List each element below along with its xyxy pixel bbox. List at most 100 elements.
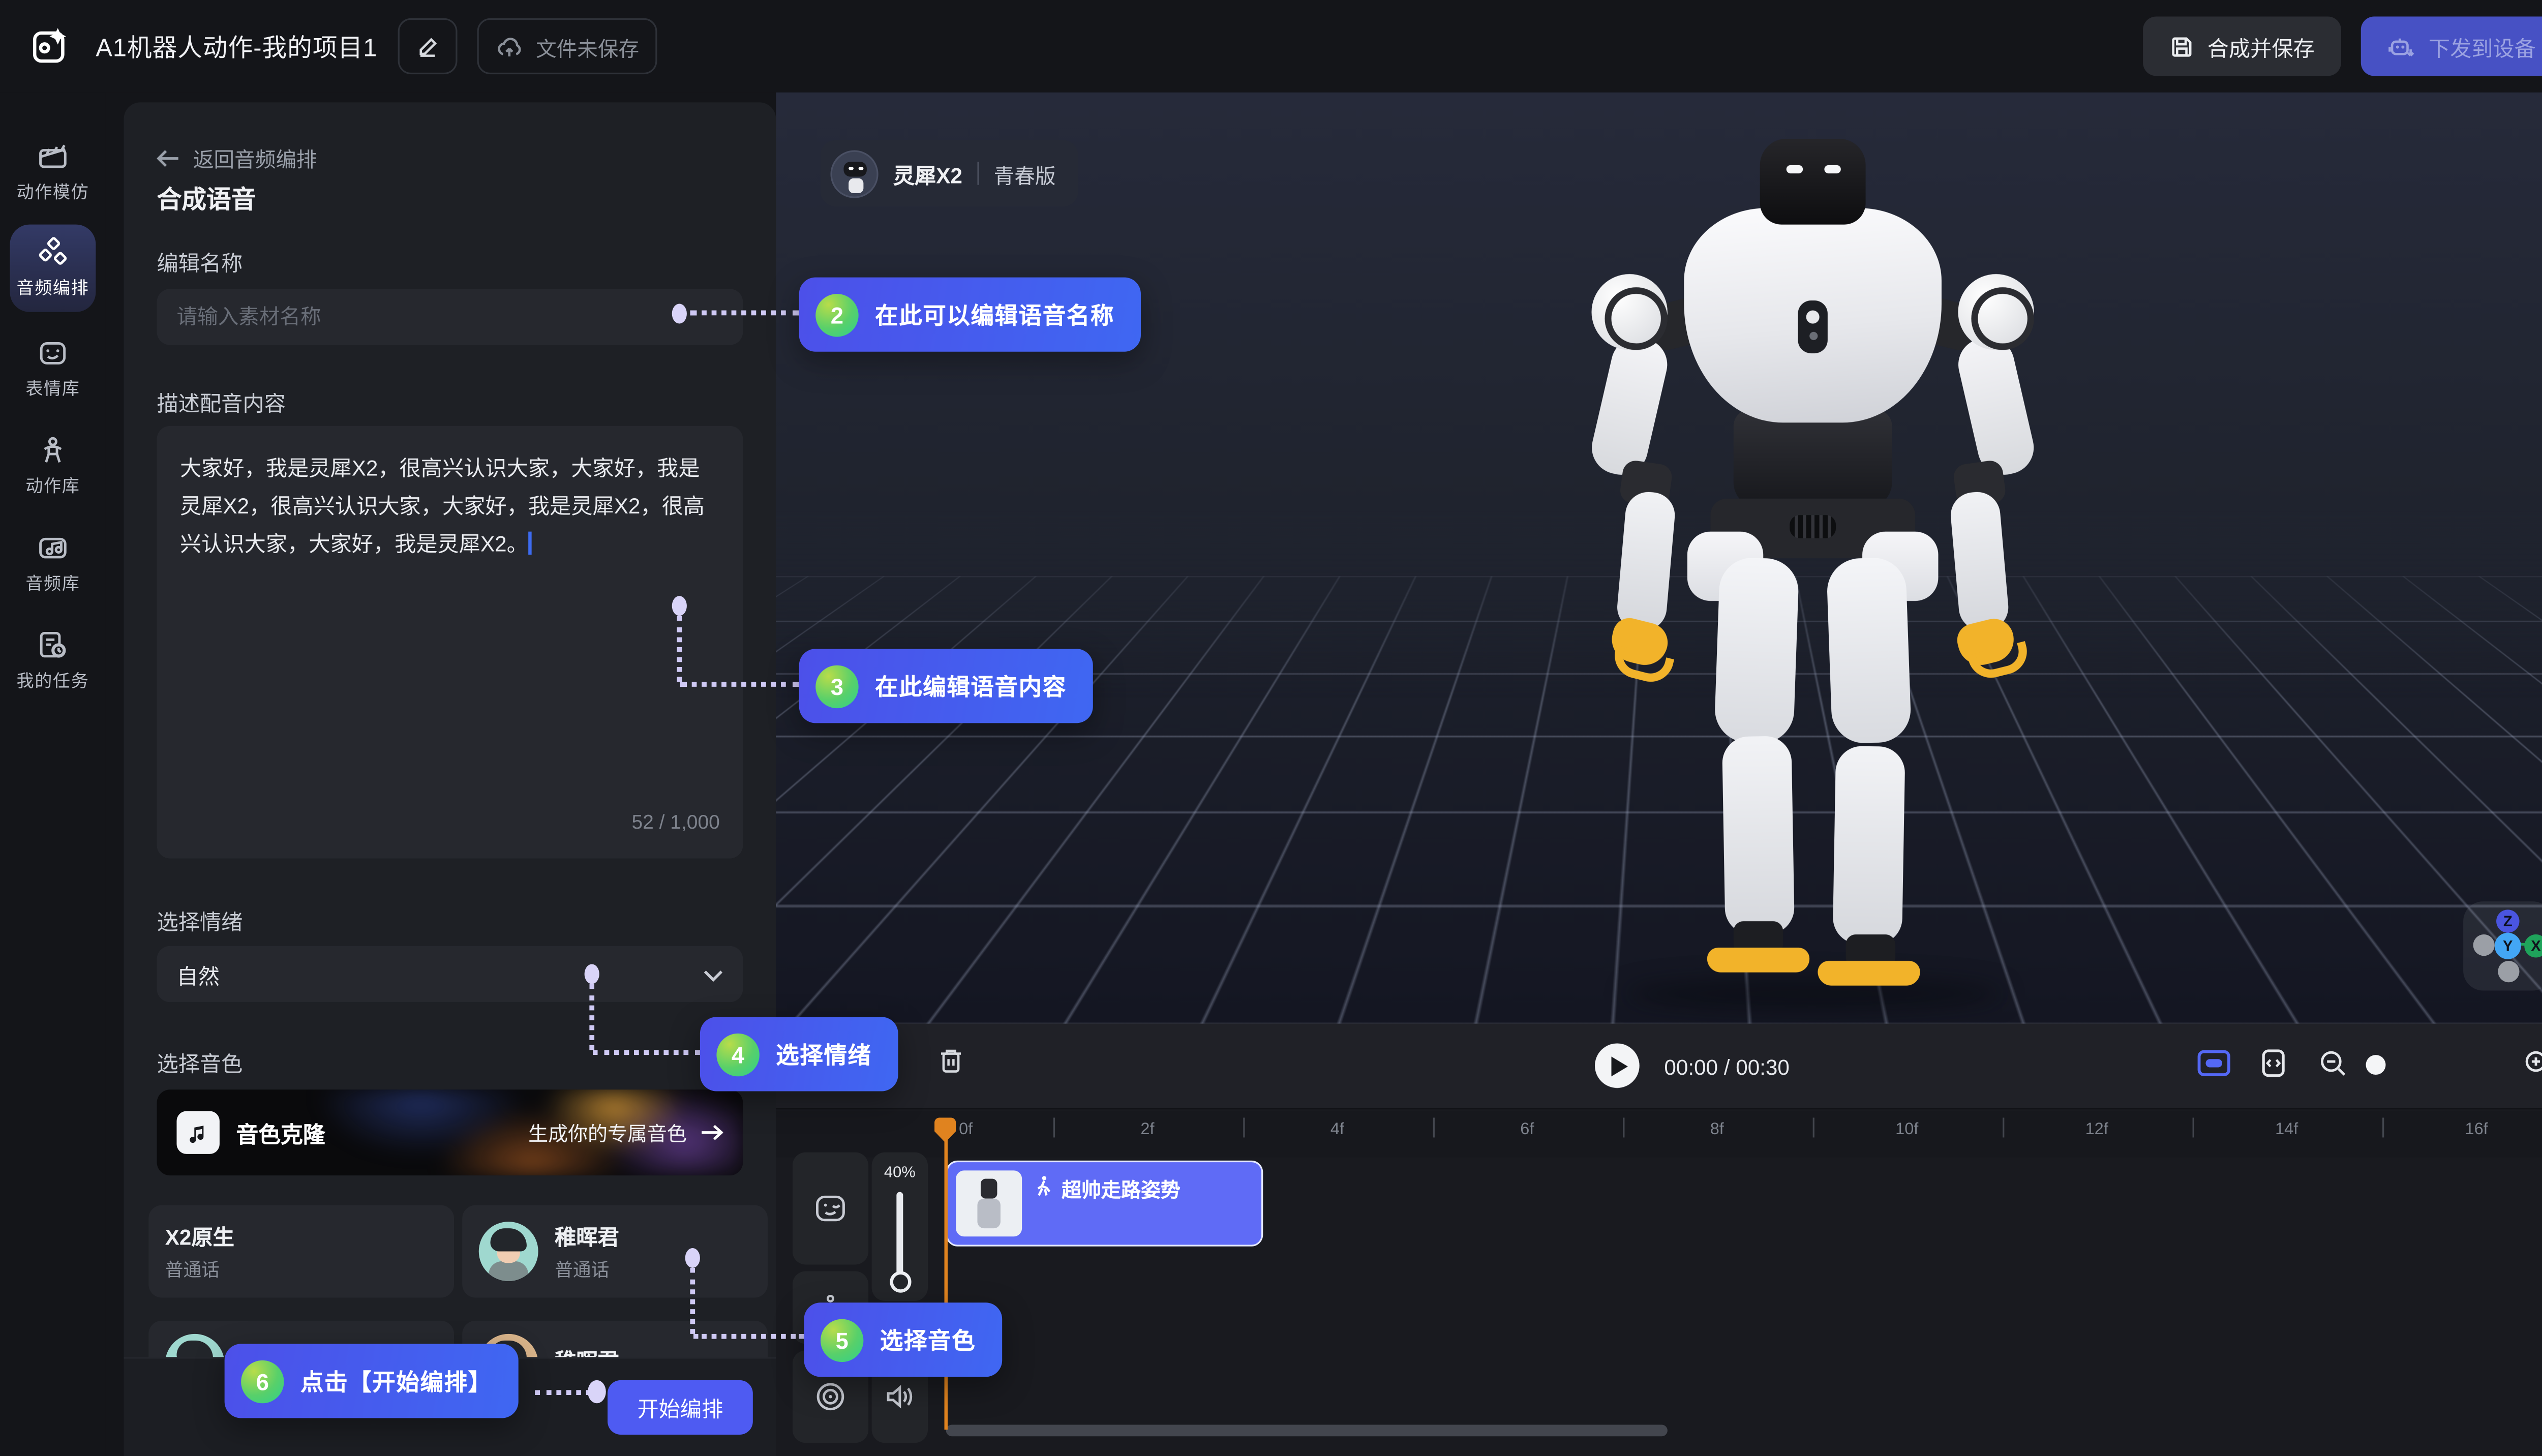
sidebar-item-label: 动作模仿 [16,180,89,205]
connector-line [680,682,799,687]
sidebar-item-audio-library[interactable]: 音频库 [10,520,96,608]
robot-model-edition: 青春版 [994,158,1056,189]
deploy-label: 下发到设备 [2429,31,2536,62]
robot-avatar [830,149,878,197]
step-number-badge: 6 [241,1359,284,1402]
axis-z-handle[interactable]: Z [2496,909,2519,932]
step-number-badge: 3 [815,664,858,707]
emotion-select[interactable]: 自然 [157,946,743,1002]
axis-orientation-gizmo[interactable]: Z Y X [2463,901,2542,990]
timeline-horizontal-scrollbar[interactable] [946,1425,1668,1437]
clip-bounds-icon [2258,1048,2288,1078]
text-caret [528,532,531,555]
sidebar-item-motion-library[interactable]: 动作库 [10,422,96,510]
connector-dot [585,964,599,984]
voice-card-x2[interactable]: X2原生 普通话 [148,1205,454,1298]
axis-y-handle[interactable]: Y [2495,933,2521,959]
back-to-audio-arrange-link[interactable]: 返回音频编排 [157,142,317,173]
material-name-input[interactable] [157,289,743,345]
voice-lang: 普通话 [165,1256,234,1283]
audio-arrange-icon [36,236,69,269]
robot-model-badge: 灵犀X2 青春版 [821,140,1079,206]
tooltip-step-3: 3 在此编辑语音内容 [799,649,1093,723]
sidebar-item-label: 表情库 [25,376,80,401]
zoom-in-icon [2523,1048,2542,1078]
left-nav-sidebar: 动作模仿 音频编排 表情库 动作库 音频库 我的任务 [0,93,106,1456]
sidebar-item-motion-mimic[interactable]: 动作模仿 [10,129,96,216]
connector-dot [672,304,687,324]
tooltip-text: 在此可以编辑语音名称 [875,298,1114,331]
badge-divider [977,162,979,185]
expression-face-icon [36,337,69,370]
clapperboard-icon [36,140,69,173]
connector-line [690,1268,695,1334]
clip-name-label: 超帅走路姿势 [1062,1175,1181,1203]
timeline-control-bar: 00:00 / 00:30 [776,1023,2542,1109]
ruler-tick-label: 2f [1140,1121,1154,1139]
tooltip-step-6: 6 点击【开始编排】 [225,1344,519,1418]
play-button[interactable] [1595,1043,1640,1088]
walking-person-icon [1034,1175,1053,1197]
tooltip-text: 点击【开始编排】 [300,1364,492,1398]
back-label: 返回音频编排 [193,142,317,173]
voice-lang: 普通话 [555,1256,619,1283]
trash-icon [938,1047,964,1075]
clone-title: 音色克隆 [236,1116,325,1149]
fit-clip-icon [2196,1048,2232,1078]
axis-neg-x-handle[interactable] [2473,934,2495,956]
connector-line [690,311,799,316]
content-label: 描述配音内容 [157,386,286,418]
robot-model-name: 灵犀X2 [893,158,962,189]
timeline-ruler[interactable]: 0f 2f 4f 6f 8f 10f 12f 14f 16f [776,1111,2542,1158]
rename-button[interactable] [397,18,457,74]
file-status-button[interactable]: 文件未保存 [476,18,657,74]
sidebar-item-my-tasks[interactable]: 我的任务 [10,618,96,705]
clip-thumbnail [956,1170,1022,1236]
clip-bounds-button[interactable] [2258,1048,2288,1078]
speech-content-textarea[interactable]: 大家好，我是灵犀X2，很高兴认识大家，大家好，我是灵犀X2，很高兴认识大家，大家… [157,426,743,859]
connector-line [593,1050,700,1055]
tooltip-step-5: 5 选择音色 [804,1302,1002,1377]
connector-dot [588,1380,606,1403]
file-status-label: 文件未保存 [536,31,639,62]
zoom-in-button[interactable] [2523,1048,2542,1078]
volume-slider-panel[interactable]: 40% [872,1152,928,1301]
volume-slider-track[interactable] [896,1192,903,1278]
my-tasks-icon [36,629,69,662]
delete-clip-button[interactable] [938,1047,964,1075]
ruler-tick-label: 4f [1330,1121,1344,1139]
timeline-clip-walk-pose[interactable]: 超帅走路姿势 [946,1161,1263,1247]
name-label: 编辑名称 [157,246,243,278]
axis-neg-z-handle[interactable] [2498,961,2519,982]
robot-download-icon [2387,34,2415,59]
start-arrange-button[interactable]: 开始编排 [608,1380,753,1435]
synthesize-save-button[interactable]: 合成并保存 [2143,16,2341,76]
voice-label: 选择音色 [157,1047,243,1078]
step-number-badge: 4 [716,1033,759,1075]
music-note-icon [176,1111,219,1154]
ruler-tick-label: 6f [1520,1121,1534,1139]
fit-timeline-button[interactable] [2196,1048,2232,1078]
humanoid-robot-model[interactable] [1565,139,2061,964]
sidebar-item-audio-arrange[interactable]: 音频编排 [10,225,96,312]
connector-line [677,616,682,682]
deploy-to-device-button[interactable]: 下发到设备 [2361,16,2542,76]
sidebar-item-label: 我的任务 [16,669,89,693]
voice-card-zhihuijun[interactable]: 稚晖君 普通话 [462,1205,768,1298]
target-icon [814,1380,847,1413]
sidebar-item-label: 音频库 [25,571,80,596]
robot-3d-viewport[interactable]: 灵犀X2 青春版 [776,93,2542,1024]
sidebar-item-label: 动作库 [25,474,80,499]
voice-clone-banner[interactable]: 音色克隆 生成你的专属音色 [157,1089,743,1175]
volume-slider-handle[interactable] [889,1271,911,1292]
time-display: 00:00 / 00:30 [1664,1055,1789,1080]
arrow-right-icon [700,1124,723,1140]
tooltip-step-2: 2 在此可以编辑语音名称 [799,278,1141,352]
top-bar: A1机器人动作-我的项目1 文件未保存 合成并保存 下发到设备 [0,0,2542,93]
zoom-out-button[interactable] [2318,1048,2347,1078]
audio-library-icon [36,532,69,565]
expression-track-header[interactable] [793,1152,868,1265]
ruler-tick-label: 14f [2275,1121,2298,1139]
zoom-out-icon [2318,1048,2347,1078]
sidebar-item-expression-library[interactable]: 表情库 [10,325,96,413]
